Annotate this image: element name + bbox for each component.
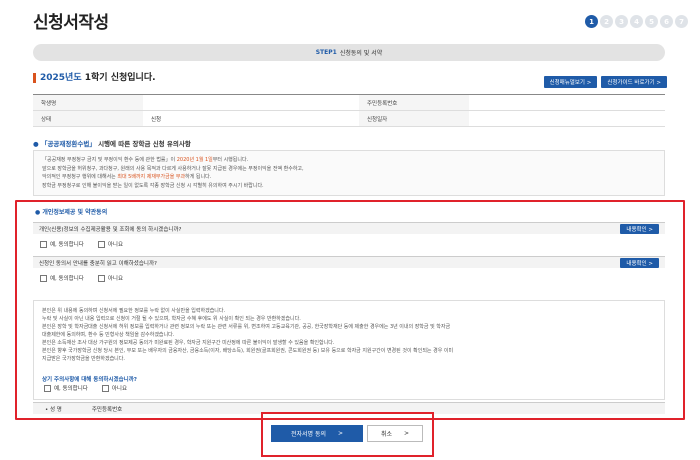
step-number: STEP1 (315, 49, 337, 56)
cancel-button[interactable]: 취소 > (367, 425, 423, 442)
notice-text: 부터 시행됩니다. (212, 157, 249, 163)
button-label: 전자서명 동의 (290, 431, 326, 438)
notice-line: 악의적인 부정청구 행위에 대해서는 최대 5배까지 제재부가금을 부과하게 됩… (42, 173, 656, 182)
name-label: • 성 명 (45, 406, 62, 413)
semester-year: 2025년도 (40, 73, 82, 83)
step-label: 신청동의 및 서약 (339, 50, 383, 57)
disagree-option-1[interactable]: 아니요 (97, 240, 124, 248)
apply-date-value (469, 110, 665, 127)
step-indicator: 1 2 3 4 5 6 7 (585, 15, 688, 28)
consent-question-1: 개인(신용)정보의 수집제공활용 및 조회에 동의 하시겠습니까? 내용확인 > (33, 222, 665, 234)
notice-line: 「공공재정 부정청구 금지 및 부정이익 환수 등에 관한 법률」이 2020년… (42, 156, 656, 165)
agree-option-2[interactable]: 예, 동의합니다 (40, 274, 84, 282)
agreement-line: 지급받은 국가장학금을 반환하겠습니다. (42, 356, 125, 362)
e-signature-agree-button[interactable]: 전자서명 동의 > (271, 425, 363, 442)
button-label: 취소 (380, 431, 392, 438)
option-label: 예, 동의합니다 (54, 386, 88, 392)
semester-text: 1학기 신청입니다. (81, 73, 156, 83)
consent-title: ● 개인정보제공 및 약관동의 (35, 209, 108, 216)
guide-button[interactable]: 신청가이드 바로가기 > (601, 76, 667, 88)
checkbox[interactable] (97, 240, 105, 248)
agreement-line: 본인은 장학 및 학자금대출 신청서에 허위 정보를 입력하거나 관련 정보의 … (42, 324, 451, 330)
checkbox[interactable] (40, 240, 47, 248)
step-2: 2 (600, 15, 613, 28)
guide-buttons: 신청매뉴얼보기 > 신청가이드 바로가기 > (543, 76, 667, 88)
resident-number-label: 주민등록번호 (91, 406, 123, 413)
applicant-info-table: 학생명 주민등록번호 상태 신청 신청일자 (33, 94, 665, 127)
agreement-box: 본인은 위 내용에 동의하며 신청서에 필요한 정보를 누락 없이 사실만을 입… (33, 300, 665, 400)
detail-button-1[interactable]: 내용확인 > (620, 223, 659, 234)
checkbox[interactable] (40, 274, 47, 282)
checkbox[interactable] (101, 384, 109, 392)
manual-button[interactable]: 신청매뉴얼보기 > (543, 76, 598, 88)
consent-question-2: 신청인 동의서 안내를 충분히 읽고 이해하셨습니까? 내용확인 > (33, 256, 665, 268)
agreement-question: 상기 주의사항에 대해 동의하시겠습니까? (42, 377, 137, 383)
notice-box: 「공공재정 부정청구 금지 및 부정이익 환수 등에 관한 법률」이 2020년… (33, 150, 665, 196)
option-label: 아니요 (107, 242, 124, 248)
step-3: 3 (615, 15, 628, 28)
notice-line: 앞으로 장학금을 허위청구, 과다청구, 원래의 사용 목적과 다르게 사용하거… (42, 165, 304, 172)
step-7: 7 (675, 15, 688, 28)
step-1: 1 (585, 15, 598, 28)
agreement-line: 본인은 위 내용에 동의하며 신청서에 필요한 정보를 누락 없이 사실만을 입… (42, 308, 226, 314)
agreement-agree-option[interactable]: 예, 동의합니다 (44, 384, 88, 392)
step-4: 4 (630, 15, 643, 28)
chevron-right-icon: > (404, 430, 410, 437)
status-value: 신청 (143, 110, 359, 127)
disagree-option-2[interactable]: 아니요 (97, 274, 124, 282)
step-bar: STEP1 신청동의 및 서약 (33, 44, 665, 61)
detail-button-2[interactable]: 내용확인 > (620, 257, 659, 268)
option-label: 예, 동의합니다 (50, 276, 84, 282)
notice-text: 「공공재정 부정청구 금지 및 부정이익 환수 등에 관한 법률」이 (42, 157, 177, 163)
consent-options-1: 예, 동의합니다 아니요 (40, 240, 123, 248)
notice-highlight: 최대 5배까지 제재부가금을 부과 (117, 174, 186, 180)
chevron-right-icon: > (338, 430, 344, 437)
agreement-disagree-option[interactable]: 아니요 (101, 384, 128, 392)
status-label: 상태 (33, 110, 143, 127)
checkbox[interactable] (44, 384, 51, 392)
bullet-icon: ● (33, 140, 41, 148)
resident-no-value (469, 94, 665, 111)
option-label: 아니요 (107, 276, 124, 282)
step-6: 6 (660, 15, 673, 28)
notice-line: 장학금 부정청구로 인해 불이익을 받는 일이 없도록 각종 장학금 신청 시 … (42, 182, 264, 189)
agreement-line: 대출제한에 동의하며, 환수 등 민형사상 책임을 감수하겠습니다. (42, 332, 175, 338)
apply-date-label: 신청일자 (359, 110, 469, 127)
notice-title: ● 「공공재정환수법」 시행에 따른 장학금 신청 유의사항 (33, 138, 191, 148)
notice-text: 하게 됩니다. (185, 174, 212, 180)
semester-heading: 2025년도 1학기 신청입니다. (33, 73, 156, 83)
agreement-options: 예, 동의합니다 아니요 (44, 384, 127, 392)
notice-highlight: 2020년 1월 1일 (176, 157, 213, 163)
option-label: 아니요 (111, 386, 128, 392)
agree-option-1[interactable]: 예, 동의합니다 (40, 240, 84, 248)
checkbox[interactable] (97, 274, 105, 282)
page-title: 신청서작성 (33, 13, 109, 33)
option-label: 예, 동의합니다 (50, 242, 84, 248)
notice-title-rest: 시행에 따른 장학금 신청 유의사항 (95, 140, 191, 148)
step-5: 5 (645, 15, 658, 28)
question-text: 개인(신용)정보의 수집제공활용 및 조회에 동의 하시겠습니까? (39, 226, 182, 233)
resident-no-label: 주민등록번호 (359, 94, 469, 111)
question-text: 신청인 동의서 안내를 충분히 읽고 이해하셨습니까? (39, 260, 157, 267)
consent-options-2: 예, 동의합니다 아니요 (40, 274, 123, 282)
notice-text: 악의적인 부정청구 행위에 대해서는 (42, 174, 118, 180)
agreement-line: 본인은 향후 국가장학금 신청 당시 본인, 부모 또는 배우자의 금융자산, … (42, 348, 454, 354)
notice-title-law: 「공공재정환수법」 (40, 140, 96, 148)
student-name-value (143, 94, 359, 111)
agreement-line: 본인은 소득재산 조사 대상 가구원의 정보제공 동의가 미완료된 경우, 학자… (42, 340, 335, 346)
agreement-line: 누락 및 사실이 아닌 내용 입력으로 신청이 거절 될 수 있으며, 학자금 … (42, 316, 301, 322)
student-name-label: 학생명 (33, 94, 143, 111)
